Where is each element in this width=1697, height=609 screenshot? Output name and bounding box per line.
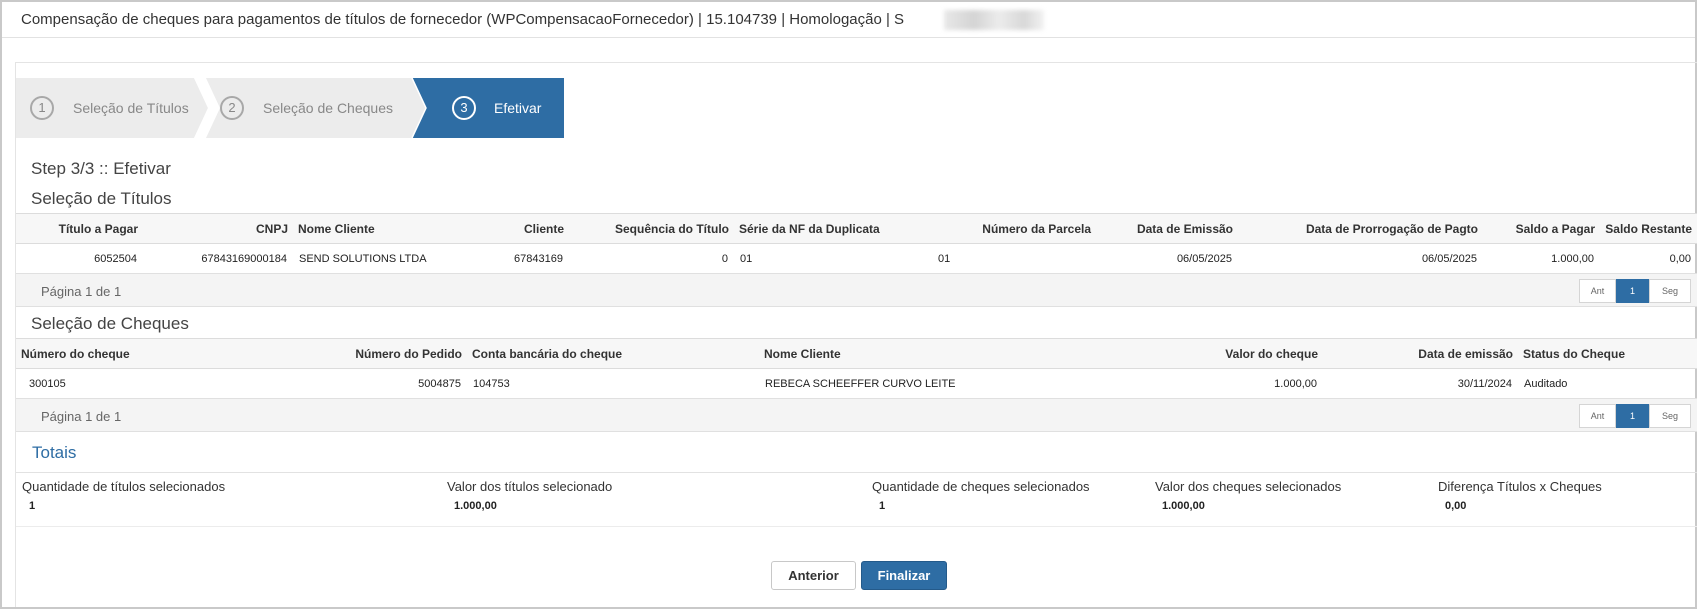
cell-saldo-restante: 0,00 <box>1600 243 1697 274</box>
column-header[interactable]: Número do cheque <box>16 338 235 369</box>
column-header[interactable]: Valor do cheque <box>1126 338 1323 369</box>
totais-heading: Totais <box>32 443 77 462</box>
column-header[interactable]: CNPJ <box>143 213 293 244</box>
step-label: Seleção de Cheques <box>263 100 393 116</box>
total-label: Diferença Títulos x Cheques <box>1438 479 1602 494</box>
column-header[interactable]: Nome Cliente <box>293 213 479 244</box>
previous-button[interactable]: Anterior <box>771 561 856 590</box>
total-value: 1 <box>29 500 36 512</box>
total-value: 0,00 <box>1445 500 1467 512</box>
finish-button[interactable]: Finalizar <box>861 561 947 590</box>
cell-saldo-a-pagar: 1.000,00 <box>1483 243 1600 274</box>
total-value: 1 <box>879 500 886 512</box>
cell-conta-bancaria: 104753 <box>467 368 759 399</box>
column-header[interactable]: Data de Emissão <box>1096 213 1238 244</box>
cell-numero-pedido: 5004875 <box>235 368 467 399</box>
total-qtd-cheques: Quantidade de cheques selecionados 1 <box>872 479 1090 512</box>
page-info: Página 1 de 1 <box>41 284 122 299</box>
cheques-header-row: Número do cheque Número do Pedido Conta … <box>16 338 1697 369</box>
column-header[interactable]: Número do Pedido <box>235 338 467 369</box>
column-header[interactable]: Cliente <box>479 213 569 244</box>
step-number-circle: 1 <box>30 96 54 120</box>
next-page-button[interactable]: Seg <box>1649 279 1691 303</box>
step-number-circle: 3 <box>452 96 476 120</box>
totais-bottom-divider <box>16 526 1697 527</box>
cell-nome-cliente: SEND SOLUTIONS LTDA <box>293 243 479 274</box>
next-page-button[interactable]: Seg <box>1649 404 1691 428</box>
wizard-step-3[interactable]: 3 Efetivar <box>416 78 564 138</box>
table-row[interactable]: 6052504 67843169000184 SEND SOLUTIONS LT… <box>16 243 1697 274</box>
cell-data-emissao: 30/11/2024 <box>1323 368 1518 399</box>
step-label: Efetivar <box>494 100 542 116</box>
cell-status-cheque: Auditado <box>1518 368 1697 399</box>
column-header[interactable]: Status do Cheque <box>1518 338 1697 369</box>
total-label: Valor dos cheques selecionados <box>1155 479 1342 494</box>
titulos-heading: Seleção de Títulos <box>31 189 172 208</box>
column-header[interactable]: Título a Pagar <box>16 213 143 244</box>
cell-data-emissao: 06/05/2025 <box>1096 243 1238 274</box>
step-label: Seleção de Títulos <box>73 100 189 116</box>
cell-cnpj: 67843169000184 <box>143 243 293 274</box>
table-row[interactable]: 300105 5004875 104753 REBECA SCHEEFFER C… <box>16 368 1697 399</box>
column-header[interactable]: Nome Cliente <box>759 338 1126 369</box>
cheques-table: Número do cheque Número do Pedido Conta … <box>16 338 1697 399</box>
column-header[interactable]: Conta bancária do cheque <box>467 338 759 369</box>
column-header[interactable]: Série da NF da Duplicata <box>734 213 926 244</box>
column-header[interactable]: Sequência do Título <box>569 213 734 244</box>
cell-nome-cliente: REBECA SCHEEFFER CURVO LEITE <box>759 368 1126 399</box>
cell-titulo-a-pagar: 6052504 <box>16 243 143 274</box>
wizard-step-1[interactable]: 1 Seleção de Títulos <box>16 78 206 138</box>
page-1-button[interactable]: 1 <box>1616 404 1649 428</box>
title-bar: Compensação de cheques para pagamentos d… <box>2 2 1695 38</box>
window-title: Compensação de cheques para pagamentos d… <box>21 11 905 28</box>
cell-numero-parcela: 01 <box>926 243 1096 274</box>
total-qtd-titulos: Quantidade de títulos selecionados 1 <box>22 479 225 512</box>
total-valor-cheques: Valor dos cheques selecionados 1.000,00 <box>1155 479 1341 512</box>
total-diferenca: Diferença Títulos x Cheques 0,00 <box>1438 479 1602 512</box>
total-value: 1.000,00 <box>454 500 497 512</box>
previous-page-button[interactable]: Ant <box>1579 279 1616 303</box>
total-label: Quantidade de cheques selecionados <box>872 479 1090 494</box>
wizard-steps: 1 Seleção de Títulos 2 Seleção de Cheque… <box>16 78 564 138</box>
cell-cliente: 67843169 <box>479 243 569 274</box>
step-number-circle: 2 <box>220 96 244 120</box>
totais-divider <box>16 472 1697 473</box>
column-header[interactable]: Data de emissão <box>1323 338 1518 369</box>
total-valor-titulos: Valor dos títulos selecionado 1.000,00 <box>447 479 612 512</box>
total-value: 1.000,00 <box>1162 500 1205 512</box>
column-header[interactable]: Saldo a Pagar <box>1483 213 1600 244</box>
cheques-pager: Página 1 de 1 Ant 1 Seg <box>16 398 1697 432</box>
total-label: Quantidade de títulos selecionados <box>22 479 226 494</box>
wizard-step-2[interactable]: 2 Seleção de Cheques <box>206 78 416 138</box>
titulos-header-row: Título a Pagar CNPJ Nome Cliente Cliente… <box>16 213 1697 244</box>
cell-data-prorrogacao: 06/05/2025 <box>1238 243 1483 274</box>
column-header[interactable]: Saldo Restante <box>1600 213 1697 244</box>
cell-sequencia: 0 <box>569 243 734 274</box>
cheques-heading: Seleção de Cheques <box>31 314 189 333</box>
column-header[interactable]: Número da Parcela <box>926 213 1096 244</box>
titulos-table: Título a Pagar CNPJ Nome Cliente Cliente… <box>16 213 1697 274</box>
titulos-pager: Página 1 de 1 Ant 1 Seg <box>16 273 1697 307</box>
column-header[interactable]: Data de Prorrogação de Pagto <box>1238 213 1483 244</box>
previous-page-button[interactable]: Ant <box>1579 404 1616 428</box>
page-1-button[interactable]: 1 <box>1616 279 1649 303</box>
redacted-environment-name <box>944 10 1044 30</box>
cell-serie-nf: 01 <box>734 243 926 274</box>
step-heading: Step 3/3 :: Efetivar <box>31 159 171 178</box>
cell-numero-cheque: 300105 <box>16 368 235 399</box>
total-label: Valor dos títulos selecionado <box>447 479 613 494</box>
page-info: Página 1 de 1 <box>41 409 122 424</box>
cell-valor-cheque: 1.000,00 <box>1126 368 1323 399</box>
